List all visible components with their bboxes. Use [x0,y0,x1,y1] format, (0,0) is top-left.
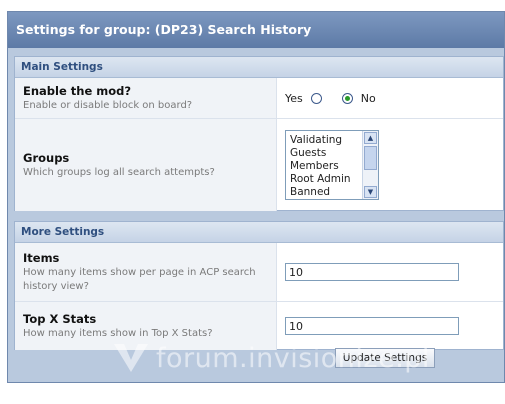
watermark-logo-icon [114,344,148,372]
groups-row: Groups Which groups log all search attem… [15,119,503,211]
group-option[interactable]: Banned [290,186,351,199]
scroll-up-icon[interactable]: ▲ [364,132,377,144]
enable-mod-row: Enable the mod? Enable or disable block … [15,78,503,119]
scroll-thumb[interactable] [364,146,377,170]
more-settings-header: More Settings [15,222,503,243]
yes-label: Yes [285,91,303,105]
no-label: No [360,91,376,105]
watermark-text: forum.invisionize.pl [156,342,430,374]
items-row: Items How many items show per page in AC… [15,243,503,302]
groups-multiselect[interactable]: Validating Guests Members Root Admin Ban… [285,130,379,200]
items-desc: How many items show per page in ACP sear… [23,266,256,292]
items-label: Items [23,250,60,265]
main-settings-group: Main Settings Enable the mod? Enable or … [14,56,504,211]
listbox-scrollbar[interactable]: ▲ ▼ [362,131,378,199]
topx-label: Top X Stats [23,311,97,326]
enable-mod-desc: Enable or disable block on board? [23,99,193,111]
topx-input[interactable] [285,317,459,335]
group-option[interactable]: Guests [290,147,351,160]
settings-window: Settings for group: (DP23) Search Histor… [7,11,505,383]
main-settings-header: Main Settings [15,57,503,78]
no-radio[interactable] [341,92,353,104]
enable-mod-label: Enable the mod? [23,83,132,98]
group-option[interactable]: Validating [290,134,351,147]
watermark: forum.invisionize.pl [112,338,430,378]
groups-desc: Which groups log all search attempts? [23,166,215,178]
scroll-down-icon[interactable]: ▼ [364,186,377,198]
yes-radio[interactable] [310,92,322,104]
group-option[interactable]: Members [290,160,351,173]
group-option[interactable]: Root Admin [290,173,351,186]
window-title: Settings for group: (DP23) Search Histor… [8,12,504,48]
more-settings-group: More Settings Items How many items show … [14,221,504,350]
groups-label: Groups [23,150,70,165]
items-input[interactable] [285,263,459,281]
